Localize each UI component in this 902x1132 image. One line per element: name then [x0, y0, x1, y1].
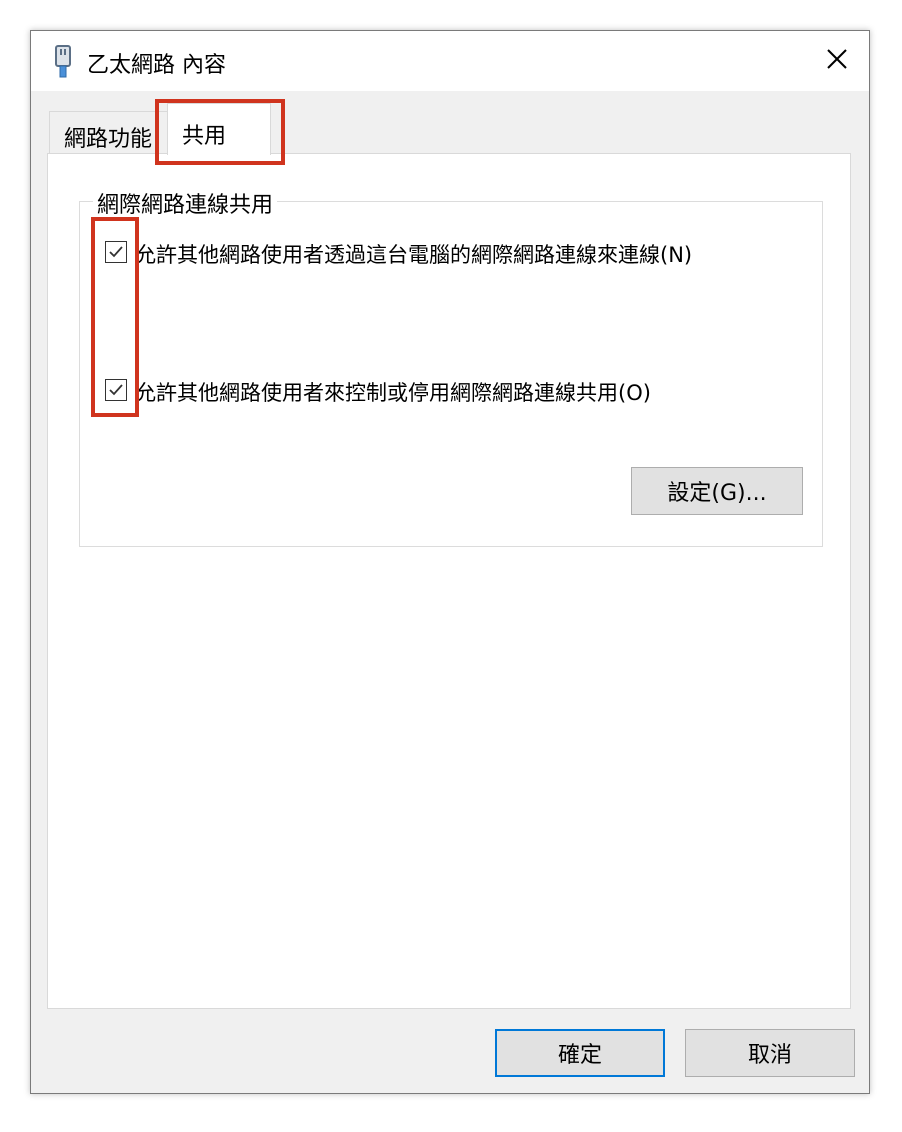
ok-button[interactable]: 確定: [495, 1029, 665, 1077]
close-button[interactable]: [805, 31, 869, 91]
tab-label: 共用: [182, 124, 227, 149]
tab-sharing[interactable]: 共用: [167, 103, 271, 155]
close-icon: [826, 48, 848, 74]
tab-networking[interactable]: 網路功能: [49, 111, 169, 153]
settings-button[interactable]: 設定(G)...: [631, 467, 803, 515]
title-bar: 乙太網路 內容: [31, 31, 869, 91]
allow-control-label[interactable]: 允許其他網路使用者來控制或停用網際網路連線共用(O): [135, 377, 651, 407]
window-title: 乙太網路 內容: [87, 53, 226, 78]
ethernet-icon: [51, 45, 75, 79]
properties-dialog: 乙太網路 內容 網路功能 共用 網際網路連線共用 允許其他網路使用者透過這台電腦…: [30, 30, 870, 1094]
checkmark-icon: [109, 384, 123, 396]
cancel-button[interactable]: 取消: [685, 1029, 855, 1077]
allow-connect-checkbox[interactable]: [105, 241, 127, 263]
allow-control-checkbox[interactable]: [105, 379, 127, 401]
allow-connect-label[interactable]: 允許其他網路使用者透過這台電腦的網際網路連線來連線(N): [135, 239, 692, 269]
ics-group-label: 網際網路連線共用: [93, 187, 278, 219]
tab-label: 網路功能: [64, 127, 153, 152]
checkmark-icon: [109, 246, 123, 258]
